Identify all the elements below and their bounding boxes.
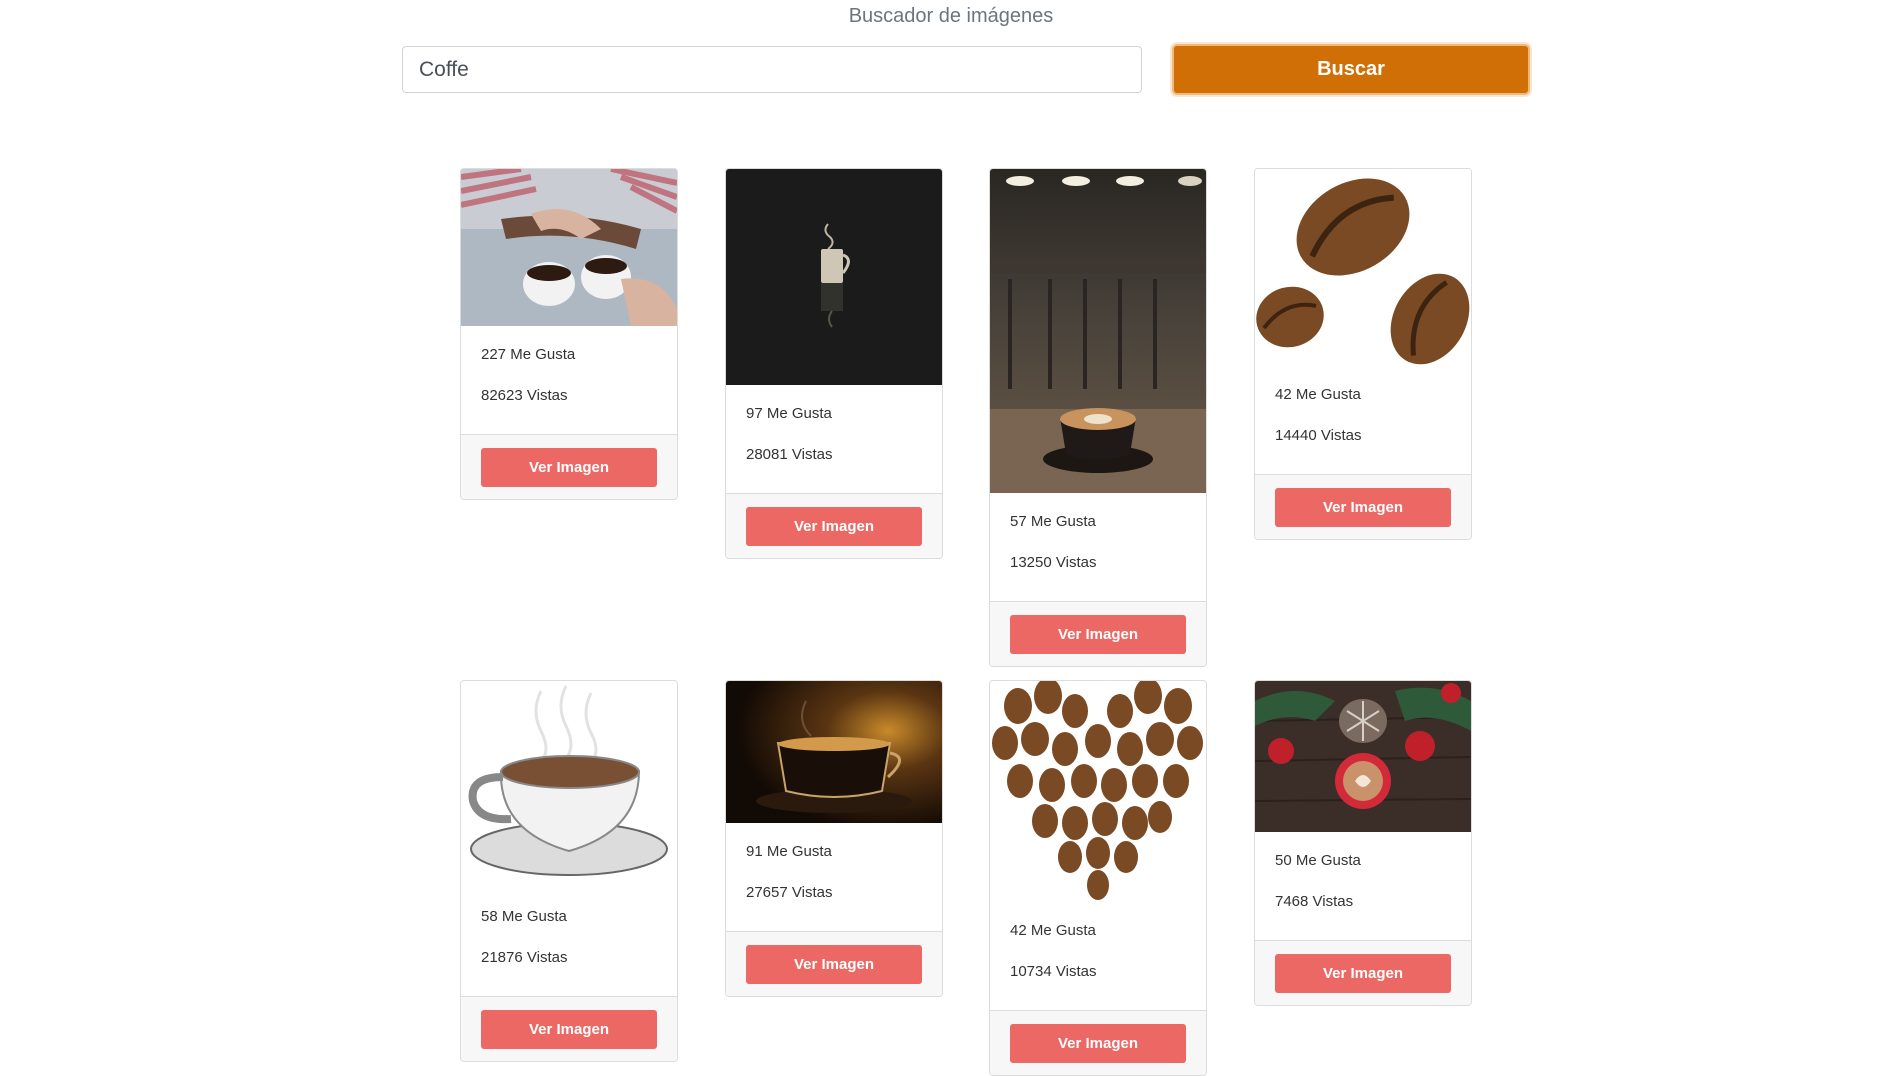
card-image-espresso-cup — [726, 681, 942, 823]
card-footer: Ver Imagen — [461, 434, 677, 499]
likes-count: 227 Me Gusta — [481, 346, 576, 363]
view-image-button[interactable]: Ver Imagen — [481, 1010, 657, 1049]
views-count: 21876 Vistas — [481, 949, 568, 966]
card-footer: Ver Imagen — [461, 996, 677, 1061]
search-input[interactable] — [402, 46, 1142, 93]
view-image-button[interactable]: Ver Imagen — [481, 448, 657, 487]
likes-count: 97 Me Gusta — [746, 405, 832, 422]
view-image-button[interactable]: Ver Imagen — [1010, 615, 1186, 654]
image-card: 97 Me Gusta 28081 Vistas Ver Imagen — [725, 168, 943, 559]
view-image-button[interactable]: Ver Imagen — [1275, 488, 1451, 527]
views-count: 7468 Vistas — [1275, 893, 1354, 910]
views-count: 27657 Vistas — [746, 884, 833, 901]
card-image-coffee-beans — [1255, 169, 1471, 366]
card-image-christmas-latte — [1255, 681, 1471, 832]
card-image-bean-heart — [990, 681, 1206, 902]
card-image-coffee-cup-saucer — [461, 681, 677, 888]
views-count: 10734 Vistas — [1010, 963, 1097, 980]
likes-count: 50 Me Gusta — [1275, 852, 1361, 869]
card-image-hands-coffee — [461, 169, 677, 326]
view-image-button[interactable]: Ver Imagen — [746, 507, 922, 546]
image-card: 227 Me Gusta 82623 Vistas Ver Imagen — [460, 168, 678, 500]
image-card: 58 Me Gusta 21876 Vistas Ver Imagen — [460, 680, 678, 1062]
image-card: 91 Me Gusta 27657 Vistas Ver Imagen — [725, 680, 943, 997]
card-footer: Ver Imagen — [726, 493, 942, 558]
views-count: 28081 Vistas — [746, 446, 833, 463]
likes-count: 58 Me Gusta — [481, 908, 567, 925]
card-footer: Ver Imagen — [1255, 940, 1471, 1005]
likes-count: 91 Me Gusta — [746, 843, 832, 860]
view-image-button[interactable]: Ver Imagen — [1275, 954, 1451, 993]
view-image-button[interactable]: Ver Imagen — [746, 945, 922, 984]
view-image-button[interactable]: Ver Imagen — [1010, 1024, 1186, 1063]
search-button[interactable]: Buscar — [1172, 44, 1530, 95]
views-count: 14440 Vistas — [1275, 427, 1362, 444]
views-count: 82623 Vistas — [481, 387, 568, 404]
image-card: 42 Me Gusta 10734 Vistas Ver Imagen — [989, 680, 1207, 1076]
card-image-steaming-mug — [726, 169, 942, 385]
card-footer: Ver Imagen — [990, 601, 1206, 666]
likes-count: 42 Me Gusta — [1010, 922, 1096, 939]
card-footer: Ver Imagen — [990, 1010, 1206, 1075]
image-card: 42 Me Gusta 14440 Vistas Ver Imagen — [1254, 168, 1472, 540]
card-footer: Ver Imagen — [726, 931, 942, 996]
views-count: 13250 Vistas — [1010, 554, 1097, 571]
likes-count: 42 Me Gusta — [1275, 386, 1361, 403]
likes-count: 57 Me Gusta — [1010, 513, 1096, 530]
card-image-latte-cafe — [990, 169, 1206, 493]
page-title: Buscador de imágenes — [848, 5, 1054, 27]
image-card: 50 Me Gusta 7468 Vistas Ver Imagen — [1254, 680, 1472, 1006]
image-card: 57 Me Gusta 13250 Vistas Ver Imagen — [989, 168, 1207, 667]
card-footer: Ver Imagen — [1255, 474, 1471, 539]
